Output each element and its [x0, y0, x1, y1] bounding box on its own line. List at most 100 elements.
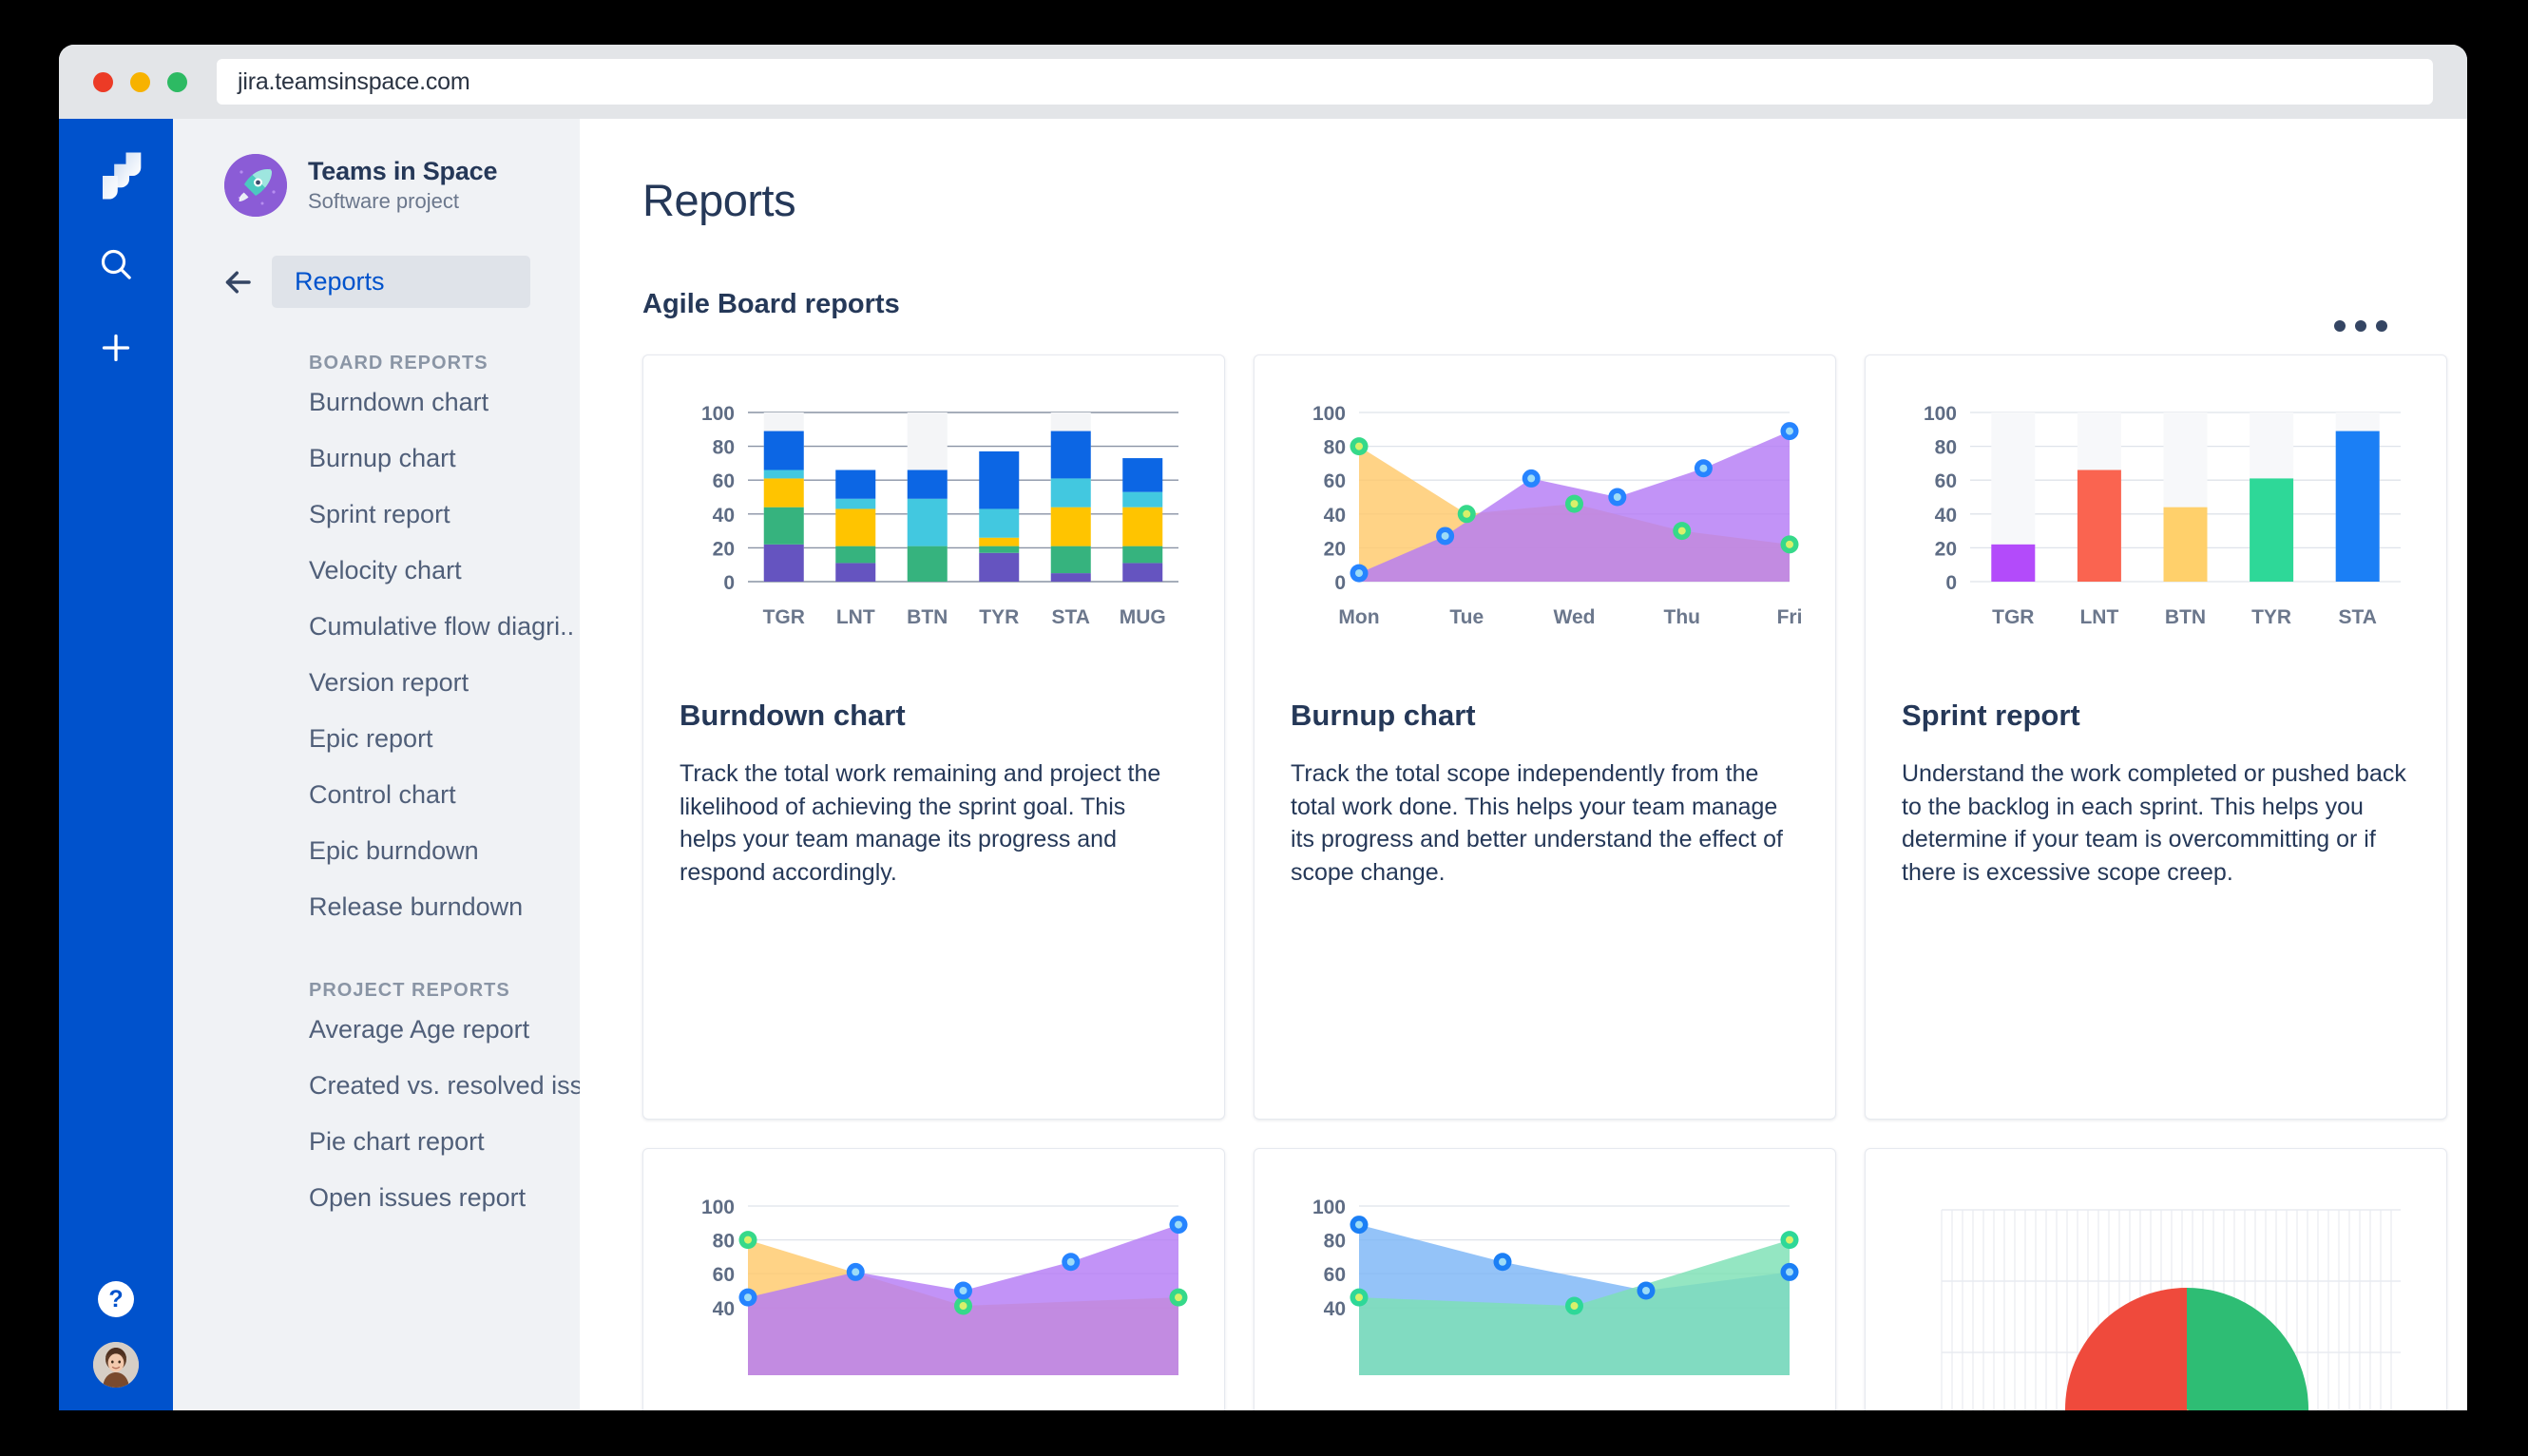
minimize-window-button[interactable] — [130, 71, 150, 92]
svg-text:0: 0 — [1334, 572, 1346, 594]
sidebar-item-burnup-chart[interactable]: Burnup chart — [309, 431, 580, 487]
more-dot — [2376, 320, 2387, 332]
sidebar-item-epic-burndown[interactable]: Epic burndown — [309, 823, 580, 879]
report-card-row2-right[interactable] — [1865, 1148, 2447, 1410]
help-glyph: ? — [108, 1285, 124, 1312]
pie-chart-thumbnail — [1902, 1181, 2410, 1410]
rail-bottom-group: ? — [59, 1281, 173, 1388]
traffic-lights — [93, 71, 187, 92]
y-axis-ticks: 0 20 40 60 80 100 — [701, 403, 735, 594]
chart-bars — [763, 431, 1163, 582]
svg-text:TYR: TYR — [2251, 606, 2291, 628]
sidebar-item-velocity-chart[interactable]: Velocity chart — [309, 543, 580, 599]
report-card-burnup-chart[interactable]: 0 20 40 60 80 100 Mon Tue Wed Thu Fri Burnup char… — [1254, 354, 1836, 1120]
sidebar-section-board-reports: BOARD REPORTS Burndown chart Burnup char… — [173, 353, 580, 935]
svg-text:100: 100 — [1312, 403, 1346, 425]
back-arrow-icon[interactable] — [220, 265, 255, 299]
desktop-background: jira.teamsinspace.com ? Teams in Space S… — [0, 0, 2528, 1456]
sidebar-item-cumulative-flow-diagram[interactable]: Cumulative flow diagri.. — [309, 599, 580, 655]
create-icon[interactable] — [94, 326, 138, 370]
project-header[interactable]: Teams in Space Software project — [173, 119, 580, 217]
svg-text:60: 60 — [1324, 470, 1346, 492]
main-content: Reports Agile Board reports 0 20 40 60 8… — [580, 119, 2467, 1410]
svg-text:Mon: Mon — [1338, 606, 1379, 628]
svg-text:40: 40 — [1324, 505, 1346, 527]
y-axis-ticks: 0 20 40 60 80 100 — [1924, 403, 1957, 594]
card-title: Burnup chart — [1291, 699, 1476, 732]
sidebar-item-created-vs-resolved-issues[interactable]: Created vs. resolved issu.. — [309, 1058, 580, 1114]
sidebar-item-open-issues-report[interactable]: Open issues report — [309, 1170, 580, 1226]
row2-left-chart-thumbnail: 40 60 80 100 — [680, 1181, 1188, 1410]
sidebar-section-project-reports: PROJECT REPORTS Average Age report Creat… — [173, 980, 580, 1226]
report-card-sprint-report[interactable]: 0 20 40 60 80 100 TGR LNT BTN TYR STA Sprint repo… — [1865, 354, 2447, 1120]
report-card-row2-left[interactable]: 40 60 80 100 — [642, 1148, 1225, 1410]
browser-window: jira.teamsinspace.com ? Teams in Space S… — [59, 45, 2467, 1410]
section-label-board-reports: BOARD REPORTS — [309, 353, 488, 374]
sidebar-item-epic-report[interactable]: Epic report — [309, 711, 580, 767]
more-dot — [2355, 320, 2366, 332]
search-icon[interactable] — [94, 242, 138, 286]
jira-logo-icon[interactable] — [89, 149, 143, 202]
sidebar-item-reports-current[interactable]: Reports — [272, 256, 530, 308]
card-description: Understand the work completed or pushed … — [1902, 760, 2406, 886]
sidebar-item-average-age-report[interactable]: Average Age report — [309, 1002, 580, 1058]
global-nav-rail: ? — [59, 119, 173, 1410]
project-name: Teams in Space — [308, 157, 498, 185]
svg-text:LNT: LNT — [836, 606, 875, 628]
card-title: Burndown chart — [680, 699, 906, 732]
y-axis-ticks: 40 60 80 100 — [701, 1197, 735, 1320]
row2-left-chart-svg: 40 60 80 100 — [701, 1197, 1188, 1375]
section-label-project-reports: PROJECT REPORTS — [309, 980, 510, 1001]
sidebar-item-release-burndown[interactable]: Release burndown — [309, 879, 580, 935]
url-text: jira.teamsinspace.com — [238, 67, 470, 95]
svg-text:80: 80 — [1935, 437, 1957, 459]
more-options-button[interactable] — [2334, 320, 2387, 332]
svg-text:TGR: TGR — [763, 606, 805, 628]
close-window-button[interactable] — [93, 71, 113, 92]
page-title: Reports — [642, 175, 796, 225]
svg-text:80: 80 — [713, 437, 735, 459]
svg-text:60: 60 — [713, 1264, 735, 1286]
sidebar-item-control-chart[interactable]: Control chart — [309, 767, 580, 823]
svg-text:BTN: BTN — [2165, 606, 2206, 628]
avatar[interactable] — [93, 1342, 139, 1388]
svg-text:100: 100 — [1312, 1197, 1346, 1218]
sidebar-item-pie-chart-report[interactable]: Pie chart report — [309, 1114, 580, 1170]
report-card-burndown-chart[interactable]: 0 20 40 60 80 100 TGR LNT BTN TYR STA MUG Burndown… — [642, 354, 1225, 1120]
svg-text:0: 0 — [1945, 572, 1957, 594]
pie-slices — [2065, 1288, 2308, 1410]
card-description: Track the total work remaining and proje… — [680, 760, 1161, 886]
card-description: Track the total scope independently from… — [1291, 760, 1783, 886]
burndown-chart-svg: 0 20 40 60 80 100 TGR LNT BTN TYR STA MUG — [701, 403, 1178, 628]
svg-text:80: 80 — [1324, 437, 1346, 459]
chart-gridlines — [748, 412, 1178, 583]
svg-text:MUG: MUG — [1120, 606, 1166, 628]
svg-text:80: 80 — [713, 1231, 735, 1253]
y-axis-ticks: 0 20 40 60 80 100 — [1312, 403, 1346, 594]
row2-middle-chart-svg: 40 60 80 100 — [1312, 1197, 1799, 1375]
sidebar-item-burndown-chart[interactable]: Burndown chart — [309, 374, 580, 431]
svg-text:40: 40 — [1935, 505, 1957, 527]
url-bar[interactable]: jira.teamsinspace.com — [217, 59, 2433, 105]
help-icon[interactable]: ? — [98, 1281, 134, 1317]
burnup-chart-svg: 0 20 40 60 80 100 Mon Tue Wed Thu Fri — [1312, 403, 1802, 628]
svg-text:20: 20 — [1935, 538, 1957, 560]
svg-text:40: 40 — [713, 505, 735, 527]
sprint-chart-thumbnail: 0 20 40 60 80 100 TGR LNT BTN TYR STA — [1902, 388, 2410, 640]
svg-text:Fri: Fri — [1777, 606, 1801, 628]
svg-text:100: 100 — [701, 1197, 735, 1218]
project-type: Software project — [308, 189, 459, 213]
svg-text:TYR: TYR — [979, 606, 1019, 628]
svg-text:60: 60 — [1935, 470, 1957, 492]
sprint-chart-svg: 0 20 40 60 80 100 TGR LNT BTN TYR STA — [1924, 403, 2401, 628]
svg-text:BTN: BTN — [907, 606, 948, 628]
y-axis-ticks: 40 60 80 100 — [1312, 1197, 1346, 1320]
project-info: Teams in Space Software project — [308, 157, 497, 214]
sidebar-item-sprint-report[interactable]: Sprint report — [309, 487, 580, 543]
browser-titlebar: jira.teamsinspace.com — [59, 45, 2467, 119]
maximize-window-button[interactable] — [167, 71, 187, 92]
report-card-row2-middle[interactable]: 40 60 80 100 — [1254, 1148, 1836, 1410]
sidebar-item-version-report[interactable]: Version report — [309, 655, 580, 711]
section-heading-agile-board-reports: Agile Board reports — [642, 289, 900, 319]
app-body: ? Teams in Space Software project Report… — [59, 119, 2467, 1410]
